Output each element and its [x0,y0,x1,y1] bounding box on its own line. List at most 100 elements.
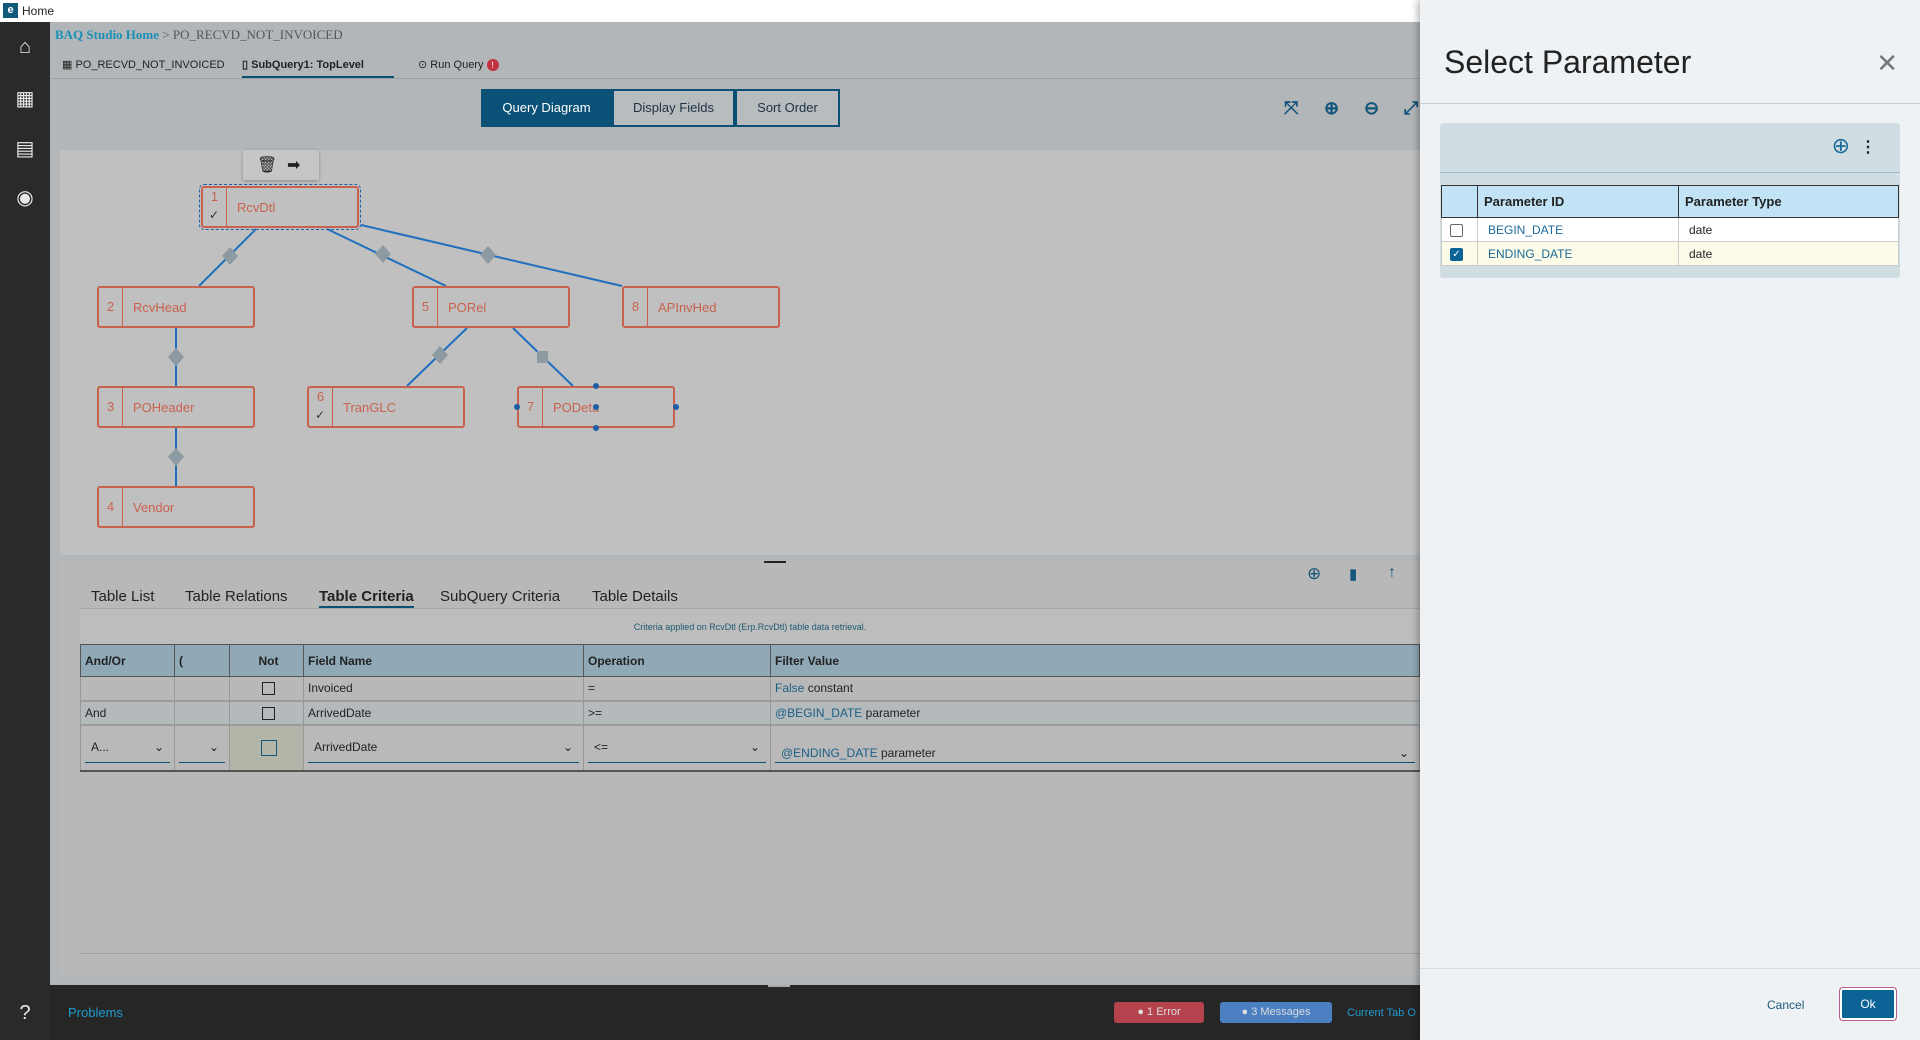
grid-icon[interactable]: ▦ [0,86,50,111]
error-badge[interactable]: ● 1 Error [1114,1002,1204,1023]
more-vertical-icon[interactable]: ⋮ [1860,137,1876,157]
paren-cell[interactable] [174,700,230,726]
tab-table-details[interactable]: Table Details [592,588,678,605]
cancel-button[interactable]: Cancel [1767,998,1804,1012]
row-checkbox-checked[interactable]: ✓ [1450,247,1463,261]
tab-table-criteria[interactable]: Table Criteria [319,588,414,609]
chevron-down-icon: ⌄ [1398,745,1409,760]
zoom-out-icon[interactable]: ⊖ [1364,98,1379,119]
node-name: RcvDtl [237,200,276,215]
node-name: PORel [448,300,487,315]
app-logo-icon: e [3,3,18,18]
resize-handles[interactable] [510,378,690,438]
join-marker [375,245,391,263]
sidebar: ⌂ ▦ ▤ ◉ ? [0,22,50,1040]
collapse-icon[interactable]: ⤧ [1284,98,1298,119]
parameter-id[interactable]: BEGIN_DATE [1477,217,1679,242]
add-circle-icon[interactable]: ⊕ [1832,133,1850,159]
field-name-cell[interactable]: Invoiced [303,676,584,702]
table-node-rcvdtl[interactable]: 1 ✓ RcvDtl [199,184,361,230]
current-tab-link[interactable]: Current Tab O [1347,1007,1420,1019]
filter-value-cell[interactable]: @BEGIN_DATE parameter [770,700,1420,726]
andor-dropdown[interactable]: A... ⌄ [85,733,170,763]
tab-subquery-criteria[interactable]: SubQuery Criteria [440,588,560,605]
table-row[interactable]: Invoiced = False constant [80,676,1420,702]
expand-icon[interactable]: ⤢ [1404,98,1418,119]
display-fields-button[interactable]: Display Fields [612,89,735,127]
tab-table-list[interactable]: Table List [91,588,154,605]
trash-icon[interactable]: 🗑 [257,155,277,175]
export-icon[interactable]: ➡ [287,155,300,175]
operation-cell[interactable]: >= [583,700,771,726]
messages-badge[interactable]: ● 3 Messages [1220,1002,1332,1023]
not-checkbox[interactable] [262,682,275,696]
file-icon: ▯ [242,59,252,71]
table-row[interactable]: And ArrivedDate >= @BEGIN_DATE parameter [80,700,1420,726]
check-circle-icon: ✓ [315,408,326,422]
filter-kind: parameter [865,705,921,720]
tab-query[interactable]: ▦ PO_RECVD_NOT_INVOICED [62,58,225,78]
table-node-porel[interactable]: 5 PORel [412,286,570,328]
tab-subquery[interactable]: ▯ SubQuery1: TopLevel [242,58,394,78]
filter-value-cell[interactable]: False constant [770,676,1420,702]
criteria-header-row: And/Or ( Not Field Name Operation Filter… [80,644,1420,677]
table-node-tranglc[interactable]: 6 ✓ TranGLC [307,386,465,428]
query-diagram-button[interactable]: Query Diagram [481,89,612,127]
andor-value: A... [91,740,110,754]
filter-value-dropdown[interactable]: @ENDING_DATE parameter ⌄ [775,733,1415,763]
table-node-vendor[interactable]: 4 Vendor [97,486,255,528]
paren-cell[interactable] [174,676,230,702]
not-checkbox[interactable] [260,739,277,756]
help-icon[interactable]: ? [0,1002,50,1025]
splitter-handle[interactable] [764,561,786,563]
operation-cell[interactable]: = [583,676,771,702]
paren-dropdown[interactable]: ⌄ [179,733,225,763]
field-name-cell[interactable]: ArrivedDate [303,700,584,726]
table-row[interactable]: BEGIN_DATE date [1441,217,1899,242]
splitter-handle[interactable] [768,985,790,987]
column-header[interactable]: And/Or [80,644,175,677]
table-node-rcvhead[interactable]: 2 RcvHead [97,286,255,328]
node-number: 3 [99,388,123,426]
add-icon[interactable]: ⊕ [1307,564,1321,584]
table-node-apinvhed[interactable]: 8 APInvHed [622,286,780,328]
andor-cell[interactable] [80,676,175,702]
close-icon[interactable]: ✕ [1876,48,1898,79]
not-checkbox[interactable] [262,706,275,720]
parameter-grid: ⊕ ⋮ Parameter ID Parameter Type BEGIN_DA… [1440,123,1900,278]
field-name-dropdown[interactable]: ArrivedDate ⌄ [308,733,579,763]
column-header[interactable]: Field Name [303,644,584,677]
ok-button[interactable]: Ok [1839,987,1897,1021]
parameter-id[interactable]: ENDING_DATE [1477,241,1679,266]
tab-table-relations[interactable]: Table Relations [185,588,288,605]
join-marker [480,246,496,264]
delete-icon[interactable]: ▮ [1349,565,1357,583]
column-header[interactable]: Operation [583,644,771,677]
column-header[interactable]: ( [174,644,230,677]
node-number: 8 [624,288,648,326]
andor-cell[interactable]: And [80,700,175,726]
breadcrumb-home-link[interactable]: BAQ Studio Home [55,27,159,42]
tab-run-query[interactable]: ⊙ Run Query ! [418,58,499,78]
column-header[interactable]: Not [229,644,304,677]
zoom-in-icon[interactable]: ⊕ [1324,98,1339,119]
column-header[interactable]: Filter Value [770,644,1420,677]
column-header[interactable]: Parameter Type [1678,185,1899,218]
chevron-down-icon: ⌄ [208,740,219,754]
play-circle-icon[interactable]: ◉ [0,185,50,210]
move-up-icon[interactable]: ↑ [1388,564,1396,582]
query-diagram-canvas[interactable]: 🗑 ➡ 1 ✓ RcvDtl 2 RcvHead 3 POHeader 4 Vendor … [60,150,1420,555]
table-node-poheader[interactable]: 3 POHeader [97,386,255,428]
problems-link[interactable]: Problems [68,1005,123,1020]
check-circle-icon: ✓ [209,208,220,222]
row-checkbox[interactable] [1450,223,1463,237]
sort-order-button[interactable]: Sort Order [735,89,840,127]
message-count: 3 Messages [1251,1006,1311,1018]
table-row-editing[interactable]: A... ⌄ ⌄ ArrivedDate ⌄ <= ⌄ @ENDING_DATE pa… [80,724,1420,772]
operation-dropdown[interactable]: <= ⌄ [588,733,766,763]
column-header[interactable]: Parameter ID [1477,185,1679,218]
table-row[interactable]: ✓ ENDING_DATE date [1441,241,1899,266]
filter-value: @BEGIN_DATE [775,705,863,720]
home-icon[interactable]: ⌂ [0,36,50,59]
document-icon[interactable]: ▤ [0,136,50,161]
